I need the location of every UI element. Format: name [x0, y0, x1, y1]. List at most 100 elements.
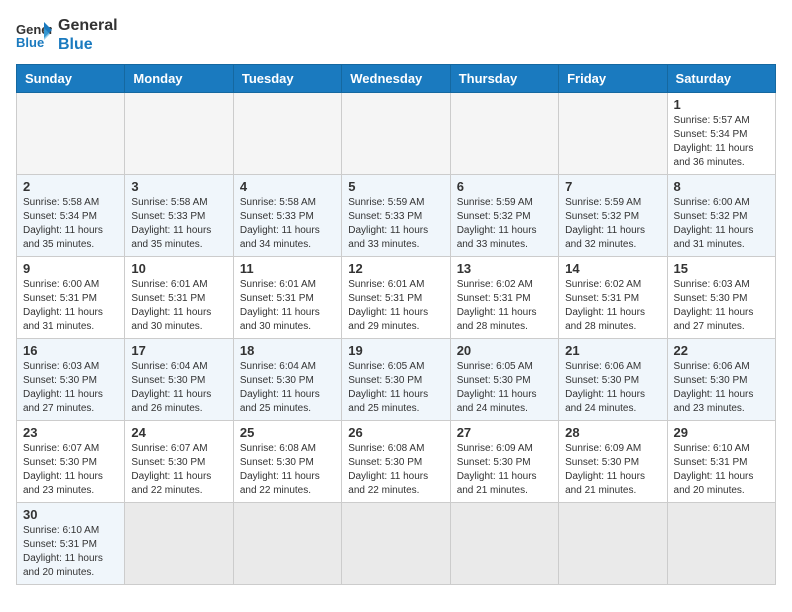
day-number: 22: [674, 343, 769, 358]
calendar-cell: 28Sunrise: 6:09 AMSunset: 5:30 PMDayligh…: [559, 421, 667, 503]
calendar-cell: [342, 503, 450, 585]
calendar-cell: 15 Sunrise: 6:03 AM Sunset: 5:30 PM Dayligh…: [667, 257, 775, 339]
day-number: 23: [23, 425, 118, 440]
cell-content: Sunrise: 6:04 AMSunset: 5:30 PMDaylight:…: [240, 360, 335, 416]
calendar-cell: 3Sunrise: 5:58 AMSunset: 5:33 PMDaylight…: [125, 175, 233, 257]
sunrise-label: Sunrise: 6:07 AM: [131, 443, 207, 454]
sunrise-label: Sunrise: 5:59 AM: [565, 197, 641, 208]
day-number: 6: [457, 179, 552, 194]
cell-content: Sunrise: 5:59 AMSunset: 5:32 PMDaylight:…: [457, 196, 552, 252]
sunset-label: Sunset: 5:30 PM: [674, 293, 748, 304]
calendar-cell: [233, 503, 341, 585]
day-number: 29: [674, 425, 769, 440]
sunrise-label: Sunrise: 6:02 AM: [457, 279, 533, 290]
cell-content: Sunrise: 5:58 AMSunset: 5:33 PMDaylight:…: [240, 196, 335, 252]
calendar-cell: [342, 93, 450, 175]
calendar-cell: [125, 93, 233, 175]
sunrise-label: Sunrise: 6:03 AM: [23, 361, 99, 372]
day-number: 7: [565, 179, 660, 194]
cell-content: Sunrise: 6:07 AMSunset: 5:30 PMDaylight:…: [23, 442, 118, 498]
cell-content: Sunrise: 6:03 AM Sunset: 5:30 PM Daylight:…: [674, 278, 769, 334]
day-number: 25: [240, 425, 335, 440]
calendar-cell: 25Sunrise: 6:08 AMSunset: 5:30 PMDayligh…: [233, 421, 341, 503]
weekday-header-tuesday: Tuesday: [233, 65, 341, 93]
sunset-label: Sunset: 5:34 PM: [674, 129, 748, 140]
sunset-label: Sunset: 5:30 PM: [457, 375, 531, 386]
daylight-label: Daylight: 11 hours and 30 minutes.: [131, 307, 211, 332]
calendar-cell: 19Sunrise: 6:05 AMSunset: 5:30 PMDayligh…: [342, 339, 450, 421]
daylight-label: Daylight: 11 hours and 27 minutes.: [23, 389, 103, 414]
page-header: General Blue General Blue: [16, 16, 776, 54]
sunrise-label: Sunrise: 6:08 AM: [348, 443, 424, 454]
cell-content: Sunrise: 6:00 AMSunset: 5:31 PMDaylight:…: [23, 278, 118, 334]
sunrise-label: Sunrise: 5:58 AM: [240, 197, 316, 208]
calendar-cell: 10Sunrise: 6:01 AMSunset: 5:31 PMDayligh…: [125, 257, 233, 339]
sunset-label: Sunset: 5:31 PM: [240, 293, 314, 304]
sunset-label: Sunset: 5:30 PM: [23, 375, 97, 386]
sunrise-label: Sunrise: 5:59 AM: [348, 197, 424, 208]
daylight-label: Daylight: 11 hours and 28 minutes.: [457, 307, 537, 332]
day-number: 15: [674, 261, 769, 276]
day-number: 1: [674, 97, 769, 112]
sunset-label: Sunset: 5:32 PM: [565, 211, 639, 222]
day-number: 4: [240, 179, 335, 194]
sunrise-label: Sunrise: 6:00 AM: [674, 197, 750, 208]
cell-content: Sunrise: 5:59 AMSunset: 5:32 PMDaylight:…: [565, 196, 660, 252]
day-number: 27: [457, 425, 552, 440]
day-number: 9: [23, 261, 118, 276]
sunrise-label: Sunrise: 6:03 AM: [674, 279, 750, 290]
calendar-cell: 17Sunrise: 6:04 AMSunset: 5:30 PMDayligh…: [125, 339, 233, 421]
sunset-label: Sunset: 5:30 PM: [23, 457, 97, 468]
daylight-label: Daylight: 11 hours and 33 minutes.: [457, 225, 537, 250]
daylight-label: Daylight: 11 hours and 21 minutes.: [457, 471, 537, 496]
daylight-label: Daylight: 11 hours and 27 minutes.: [674, 307, 754, 332]
daylight-label: Daylight: 11 hours and 31 minutes.: [674, 225, 754, 250]
calendar-cell: 29Sunrise: 6:10 AMSunset: 5:31 PMDayligh…: [667, 421, 775, 503]
sunrise-label: Sunrise: 6:06 AM: [674, 361, 750, 372]
sunset-label: Sunset: 5:31 PM: [131, 293, 205, 304]
cell-content: Sunrise: 6:05 AMSunset: 5:30 PMDaylight:…: [348, 360, 443, 416]
daylight-label: Daylight: 11 hours and 23 minutes.: [674, 389, 754, 414]
cell-content: Sunrise: 5:58 AMSunset: 5:33 PMDaylight:…: [131, 196, 226, 252]
day-number: 30: [23, 507, 118, 522]
sunset-label: Sunset: 5:33 PM: [348, 211, 422, 222]
sunrise-label: Sunrise: 6:05 AM: [348, 361, 424, 372]
sunrise-label: Sunrise: 6:10 AM: [23, 525, 99, 536]
cell-content: Sunrise: 6:00 AM Sunset: 5:32 PM Daylight:…: [674, 196, 769, 252]
calendar-cell: 13Sunrise: 6:02 AMSunset: 5:31 PMDayligh…: [450, 257, 558, 339]
calendar-cell: [667, 503, 775, 585]
calendar-cell: 30Sunrise: 6:10 AMSunset: 5:31 PMDayligh…: [17, 503, 125, 585]
calendar-cell: [125, 503, 233, 585]
sunset-label: Sunset: 5:30 PM: [348, 457, 422, 468]
logo-icon: General Blue: [16, 20, 52, 50]
sunset-label: Sunset: 5:32 PM: [674, 211, 748, 222]
cell-content: Sunrise: 5:57 AMSunset: 5:34 PMDaylight:…: [674, 114, 769, 170]
daylight-label: Daylight: 11 hours and 33 minutes.: [348, 225, 428, 250]
cell-content: Sunrise: 6:09 AMSunset: 5:30 PMDaylight:…: [565, 442, 660, 498]
daylight-label: Daylight: 11 hours and 35 minutes.: [131, 225, 211, 250]
calendar-cell: 8Sunrise: 6:00 AMSunset: 5:32 PMDaylight…: [667, 175, 775, 257]
sunset-label: Sunset: 5:30 PM: [565, 375, 639, 386]
cell-content: Sunrise: 6:09 AMSunset: 5:30 PMDaylight:…: [457, 442, 552, 498]
daylight-label: Daylight: 11 hours and 24 minutes.: [565, 389, 645, 414]
sunset-label: Sunset: 5:33 PM: [240, 211, 314, 222]
daylight-label: Daylight: 11 hours and 22 minutes.: [240, 471, 320, 496]
daylight-label: Daylight: 11 hours and 26 minutes.: [131, 389, 211, 414]
daylight-label: Daylight: 11 hours and 20 minutes.: [674, 471, 754, 496]
sunset-label: Sunset: 5:32 PM: [457, 211, 531, 222]
sunrise-label: Sunrise: 6:07 AM: [23, 443, 99, 454]
calendar-week-row: 30Sunrise: 6:10 AMSunset: 5:31 PMDayligh…: [17, 503, 776, 585]
daylight-label: Daylight: 11 hours and 29 minutes.: [348, 307, 428, 332]
daylight-label: Daylight: 11 hours and 28 minutes.: [565, 307, 645, 332]
calendar-cell: [450, 93, 558, 175]
sunset-label: Sunset: 5:30 PM: [457, 457, 531, 468]
sunset-label: Sunset: 5:30 PM: [348, 375, 422, 386]
weekday-header-wednesday: Wednesday: [342, 65, 450, 93]
sunset-label: Sunset: 5:33 PM: [131, 211, 205, 222]
sunrise-label: Sunrise: 6:05 AM: [457, 361, 533, 372]
sunset-label: Sunset: 5:30 PM: [674, 375, 748, 386]
sunrise-label: Sunrise: 6:04 AM: [240, 361, 316, 372]
calendar-cell: 14Sunrise: 6:02 AMSunset: 5:31 PMDayligh…: [559, 257, 667, 339]
cell-content: Sunrise: 6:05 AMSunset: 5:30 PMDaylight:…: [457, 360, 552, 416]
day-number: 16: [23, 343, 118, 358]
